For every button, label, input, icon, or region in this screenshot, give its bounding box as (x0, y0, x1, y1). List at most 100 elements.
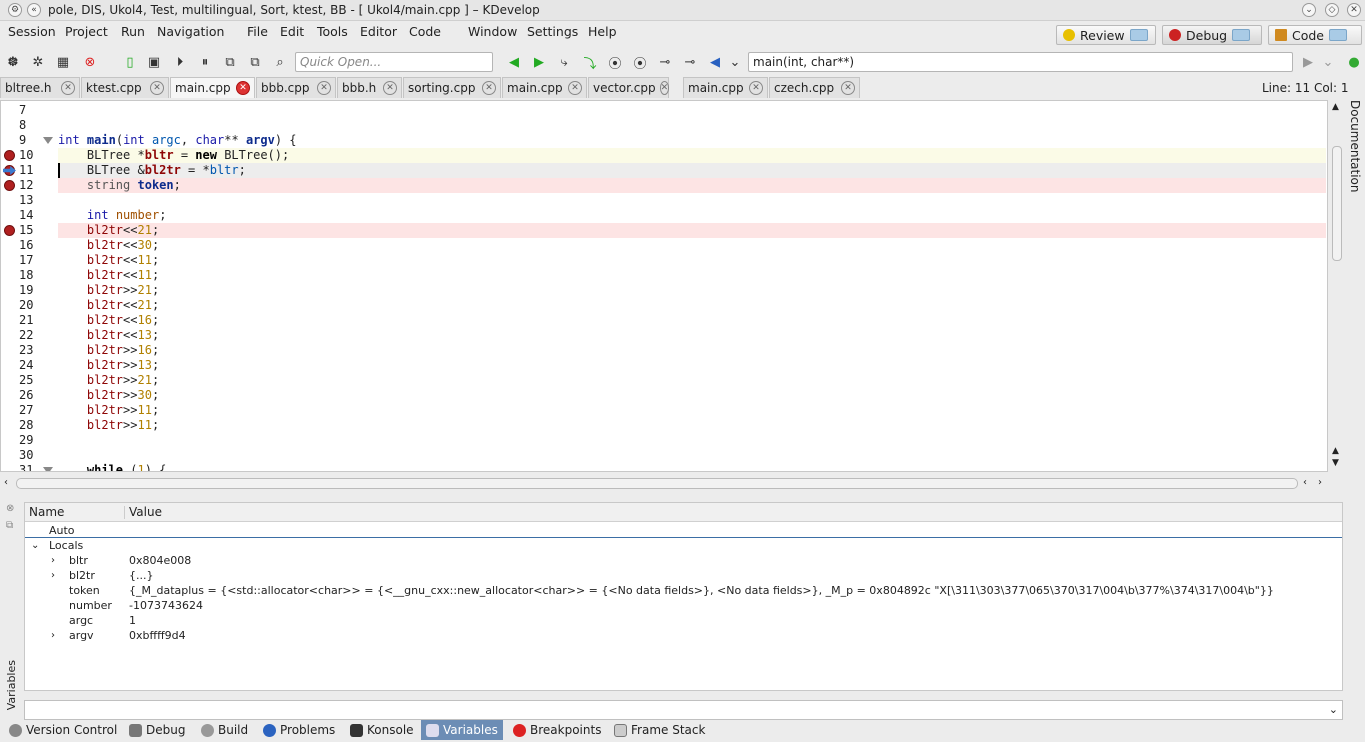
tab-breakpoints[interactable]: Breakpoints (508, 720, 606, 740)
breakpoint-icon[interactable] (4, 225, 15, 236)
code-line[interactable]: bl2tr<<21; (58, 298, 1326, 313)
gutter-line[interactable]: 11 (1, 163, 55, 178)
gutter-line[interactable]: 15 (1, 223, 55, 238)
scroll-thumb[interactable] (1332, 146, 1342, 261)
code-line[interactable] (58, 103, 1326, 118)
code-line[interactable]: bl2tr<<13; (58, 328, 1326, 343)
gutter-line[interactable]: 28 (1, 418, 55, 433)
variable-row[interactable]: number -1073743624 (25, 598, 1342, 613)
menu-file[interactable]: File (247, 24, 268, 39)
tab-vector-cpp[interactable]: vector.cpp ✕ (588, 77, 670, 98)
collapse-icon[interactable]: ⌄ (31, 538, 39, 553)
code-line[interactable]: bl2tr>>11; (58, 403, 1326, 418)
previous-use-icon[interactable]: ⊸ (657, 54, 673, 70)
gutter-line[interactable]: 8 (1, 118, 55, 133)
find-icon[interactable]: ⌕ (272, 54, 288, 70)
menu-navigation[interactable]: Navigation (157, 24, 224, 39)
gutter-line[interactable]: 19 (1, 283, 55, 298)
tab-bltree-h[interactable]: bltree.h ✕ (0, 77, 80, 98)
pause-icon[interactable]: ⏸ (197, 54, 213, 70)
tab-frame-stack[interactable]: Frame Stack (609, 720, 710, 740)
code-line[interactable] (58, 193, 1326, 208)
close-tab-icon[interactable]: ✕ (383, 81, 397, 95)
tab-version-control[interactable]: Version Control (4, 720, 122, 740)
menu-settings[interactable]: Settings (527, 24, 578, 39)
code-line[interactable]: bl2tr<<11; (58, 253, 1326, 268)
gutter-line[interactable]: 17 (1, 253, 55, 268)
code-line[interactable] (58, 433, 1326, 448)
scroll-left-icon[interactable]: ‹ (4, 477, 8, 488)
scroll-up-icon[interactable]: ▲ (1332, 102, 1339, 112)
run-to-cursor-icon[interactable]: ⧉ (222, 54, 238, 70)
breakpoint-icon[interactable] (4, 150, 15, 161)
code-line[interactable]: BLTree *bltr = new BLTree(); (58, 148, 1326, 163)
code-line[interactable]: bl2tr>>30; (58, 388, 1326, 403)
code-line[interactable]: string token; (58, 178, 1326, 193)
expand-icon[interactable]: › (51, 628, 55, 643)
tab-bbb-cpp[interactable]: bbb.cpp ✕ (256, 77, 336, 98)
editor-scrollbar[interactable]: ▲ ▲ ▼ (1330, 100, 1344, 472)
tab-czech-cpp[interactable]: czech.cpp ✕ (769, 77, 860, 98)
configure-launch-icon[interactable]: ✲ (5, 54, 21, 70)
tab-bbb-h[interactable]: bbb.h ✕ (337, 77, 402, 98)
tab-problems[interactable]: Problems (258, 720, 340, 740)
gutter-line[interactable]: 18 (1, 268, 55, 283)
close-window-icon[interactable]: ✕ (1347, 3, 1361, 17)
close-tab-icon[interactable]: ✕ (659, 81, 670, 95)
code-mode-button[interactable]: Code (1268, 25, 1362, 45)
tree-node-auto[interactable]: Auto (25, 523, 1342, 538)
new-file-icon[interactable]: ▯ (122, 54, 138, 70)
tab-main-cpp-active[interactable]: main.cpp ✕ (170, 77, 255, 98)
scroll-right-icon[interactable]: › (1318, 477, 1322, 488)
jump-to-cursor-icon[interactable]: ⧉ (247, 54, 263, 70)
code-line[interactable]: int main(int argc, char** argv) { (58, 133, 1326, 148)
close-tab-icon[interactable]: ✕ (61, 81, 75, 95)
code-line[interactable] (58, 118, 1326, 133)
code-line[interactable]: bl2tr>>11; (58, 418, 1326, 433)
scroll-down-icon[interactable]: ▼ (1332, 458, 1339, 468)
code-line[interactable]: bl2tr>>16; (58, 343, 1326, 358)
step-back-icon[interactable]: ◀ (506, 54, 522, 70)
gutter-line[interactable]: 14 (1, 208, 55, 223)
quick-open-input[interactable]: Quick Open... (295, 52, 493, 72)
variable-row[interactable]: › bltr 0x804e008 (25, 553, 1342, 568)
variable-row[interactable]: › argv 0xbffff9d4 (25, 628, 1342, 643)
tab-build[interactable]: Build (196, 720, 253, 740)
debug-mode-button[interactable]: Debug (1162, 25, 1262, 45)
expand-icon[interactable]: › (51, 568, 55, 583)
step-instruction-icon[interactable]: ⦿ (632, 54, 648, 72)
chevron-down-icon[interactable]: ⌄ (1329, 703, 1338, 716)
code-line[interactable]: bl2tr>>21; (58, 283, 1326, 298)
gutter-line[interactable]: 26 (1, 388, 55, 403)
gutter-line[interactable]: 23 (1, 343, 55, 358)
watch-expression-combo[interactable]: ⌄ (24, 700, 1343, 720)
tab-ktest-cpp[interactable]: ktest.cpp ✕ (81, 77, 169, 98)
gutter-line[interactable]: 31 (1, 463, 55, 471)
gutter-line[interactable]: 12 (1, 178, 55, 193)
variables-tree[interactable]: Name Value Auto ⌄ Locals › bltr 0x804e008 ›… (24, 502, 1343, 691)
gutter-line[interactable]: 13 (1, 193, 55, 208)
close-tab-icon[interactable]: ✕ (482, 81, 496, 95)
navigate-back-icon[interactable]: ◀ (707, 54, 723, 70)
tab-main-cpp-2[interactable]: main.cpp ✕ (502, 77, 587, 98)
step-forward-icon[interactable]: ▶ (531, 54, 547, 70)
stop-icon[interactable]: ⊗ (82, 54, 98, 70)
profile-launch-icon[interactable]: ▦ (55, 54, 71, 70)
gutter-line[interactable]: 16 (1, 238, 55, 253)
column-name[interactable]: Name (29, 505, 64, 519)
menu-code[interactable]: Code (409, 24, 441, 39)
menu-session[interactable]: Session (8, 24, 56, 39)
close-panel-icon[interactable]: ⊗ (6, 503, 14, 514)
float-panel-icon[interactable]: ⧉ (6, 520, 13, 531)
menu-edit[interactable]: Edit (280, 24, 304, 39)
chevron-down-icon[interactable]: ⌄ (727, 54, 743, 70)
gutter-line[interactable]: 25 (1, 373, 55, 388)
editor-hscrollbar[interactable]: ‹ ‹ › (0, 476, 1330, 492)
menu-run[interactable]: Run (121, 24, 145, 39)
app-menu-icon[interactable]: ⚙ (8, 3, 22, 17)
code-editor[interactable]: 7 8 9 10 11 12 13 14 15 16 17 18 19 20 21 22 23 24 25 26 27 2… (0, 100, 1328, 472)
code-line[interactable]: bl2tr<<16; (58, 313, 1326, 328)
code-line[interactable]: int number; (58, 208, 1326, 223)
maximize-icon[interactable]: ◇ (1325, 3, 1339, 17)
menu-editor[interactable]: Editor (360, 24, 397, 39)
